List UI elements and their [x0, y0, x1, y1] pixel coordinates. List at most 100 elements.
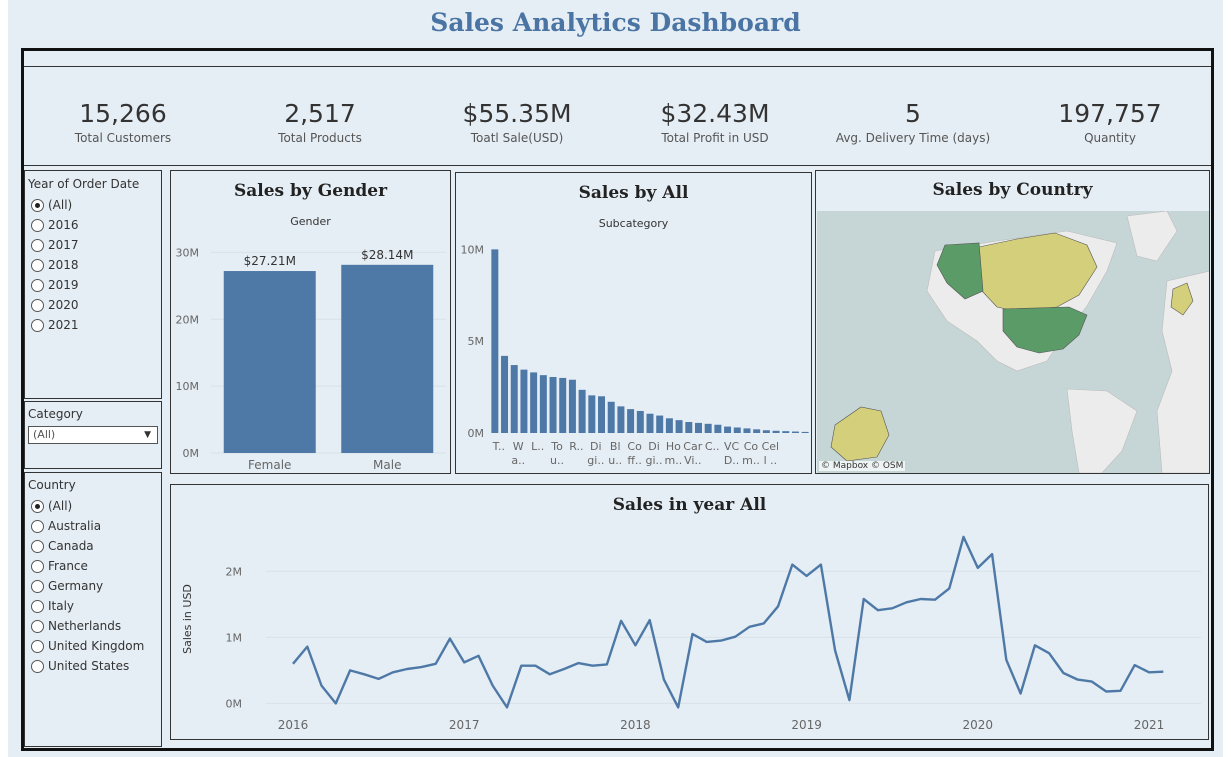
radio-icon	[31, 298, 44, 312]
country-map[interactable]	[817, 211, 1210, 473]
x-tick-label: ff..	[627, 454, 642, 467]
country-option-italy[interactable]: Italy	[31, 596, 74, 616]
radio-icon	[31, 579, 44, 593]
x-tick-label: Female	[248, 458, 291, 472]
sales-line-panel: Sales in year All 0M 1M 2M Sales in USD 2016…	[170, 484, 1209, 740]
kpi-avg-delivery: 5 Avg. Delivery Time (days)	[818, 99, 1008, 145]
x-tick-label: R..	[569, 440, 583, 453]
bar	[520, 369, 528, 433]
y-tick-label: 30M	[176, 246, 200, 259]
x-tick-label: a..	[511, 454, 525, 467]
bar	[549, 376, 557, 433]
bar	[656, 415, 664, 433]
bar	[568, 379, 576, 433]
country-option-united-states[interactable]: United States	[31, 656, 129, 676]
country-option-label: Italy	[48, 599, 75, 613]
bar	[578, 389, 586, 433]
kpi-label: Total Products	[278, 131, 362, 145]
year-option-label: 2021	[48, 318, 79, 332]
x-tick-label: T..	[492, 440, 505, 453]
country-option-france[interactable]: France	[31, 556, 88, 576]
x-tick-label: l ..	[764, 454, 778, 467]
year-option-2018[interactable]: 2018	[31, 255, 79, 275]
x-tick-label: C..	[705, 440, 720, 453]
radio-icon	[31, 198, 44, 212]
bar	[588, 395, 596, 433]
kpi-label: Avg. Delivery Time (days)	[835, 131, 991, 145]
bar	[714, 424, 722, 433]
bar	[724, 426, 732, 433]
year-option-2021[interactable]: 2021	[31, 315, 79, 335]
radio-icon	[31, 639, 44, 653]
radio-icon	[31, 218, 44, 232]
country-option-label: Australia	[48, 519, 102, 533]
country-option-australia[interactable]: Australia	[31, 516, 101, 536]
x-tick-label: Cel	[762, 440, 780, 453]
bar	[607, 401, 615, 433]
category-filter-panel: Category (All) ▼	[24, 401, 162, 469]
bar	[694, 422, 702, 433]
x-tick-label: L..	[531, 440, 544, 453]
x-tick-label: gi..	[587, 454, 604, 467]
x-tick-label: Co	[627, 440, 642, 453]
sales-line	[292, 535, 1164, 709]
category-filter-title: Category	[28, 407, 83, 421]
radio-icon	[31, 258, 44, 272]
bar	[223, 271, 316, 453]
page-title: Sales Analytics Dashboard	[430, 8, 801, 37]
kpi-value: 2,517	[284, 99, 356, 128]
radio-icon	[31, 539, 44, 553]
x-tick-label: 2019	[791, 718, 822, 732]
country-option-germany[interactable]: Germany	[31, 576, 103, 596]
bar	[704, 423, 712, 433]
caret-down-icon: ▼	[144, 430, 151, 440]
country-option-all[interactable]: (All)	[31, 496, 72, 516]
category-dropdown[interactable]: (All) ▼	[28, 426, 158, 444]
x-tick-label: 2021	[1134, 718, 1165, 732]
bar	[646, 413, 654, 433]
radio-icon	[31, 238, 44, 252]
country-option-canada[interactable]: Canada	[31, 536, 94, 556]
year-option-2019[interactable]: 2019	[31, 275, 79, 295]
bar	[491, 249, 499, 433]
kpi-total-sales: $55.35M Toatl Sale(USD)	[422, 99, 612, 145]
y-tick-label: 10M	[176, 380, 200, 393]
bar	[685, 421, 693, 433]
country-option-united-kingdom[interactable]: United Kingdom	[31, 636, 144, 656]
x-tick-label: gi..	[645, 454, 662, 467]
year-option-2017[interactable]: 2017	[31, 235, 79, 255]
year-option-2020[interactable]: 2020	[31, 295, 79, 315]
x-tick-label: Ho	[666, 440, 681, 453]
bar	[501, 355, 509, 433]
country-option-label: United Kingdom	[48, 639, 145, 653]
year-option-label: (All)	[48, 198, 73, 212]
year-option-label: 2016	[48, 218, 79, 232]
kpi-band: 15,266 Total Customers 2,517 Total Produ…	[24, 66, 1211, 166]
x-tick-label: D..	[724, 454, 739, 467]
country-map-panel: Sales by Country © Mapbox © OSM	[815, 170, 1210, 474]
year-option-label: 2020	[48, 298, 79, 312]
x-tick-label: u..	[608, 454, 622, 467]
y-tick-label: 0M	[226, 697, 243, 710]
radio-icon	[31, 499, 44, 513]
country-option-label: (All)	[48, 499, 73, 513]
year-option-label: 2019	[48, 278, 79, 292]
radio-icon	[31, 619, 44, 633]
country-option-label: Germany	[48, 579, 104, 593]
kpi-label: Total Profit in USD	[661, 131, 769, 145]
bar	[627, 409, 635, 433]
country-option-label: United States	[48, 659, 130, 673]
bar	[762, 430, 770, 433]
country-filter-panel: Country (All) Australia Canada France Ge…	[24, 472, 162, 747]
bar	[510, 365, 518, 433]
x-tick-label: 2018	[620, 718, 651, 732]
year-option-all[interactable]: (All)	[31, 195, 72, 215]
radio-icon	[31, 519, 44, 533]
bar	[539, 375, 547, 433]
x-tick-label: Car	[683, 440, 702, 453]
kpi-value: $55.35M	[462, 99, 572, 128]
year-option-2016[interactable]: 2016	[31, 215, 79, 235]
country-option-netherlands[interactable]: Netherlands	[31, 616, 121, 636]
year-filter-panel: Year of Order Date (All) 2016 2017 2018 …	[24, 170, 162, 399]
x-tick-label: Bl	[610, 440, 621, 453]
